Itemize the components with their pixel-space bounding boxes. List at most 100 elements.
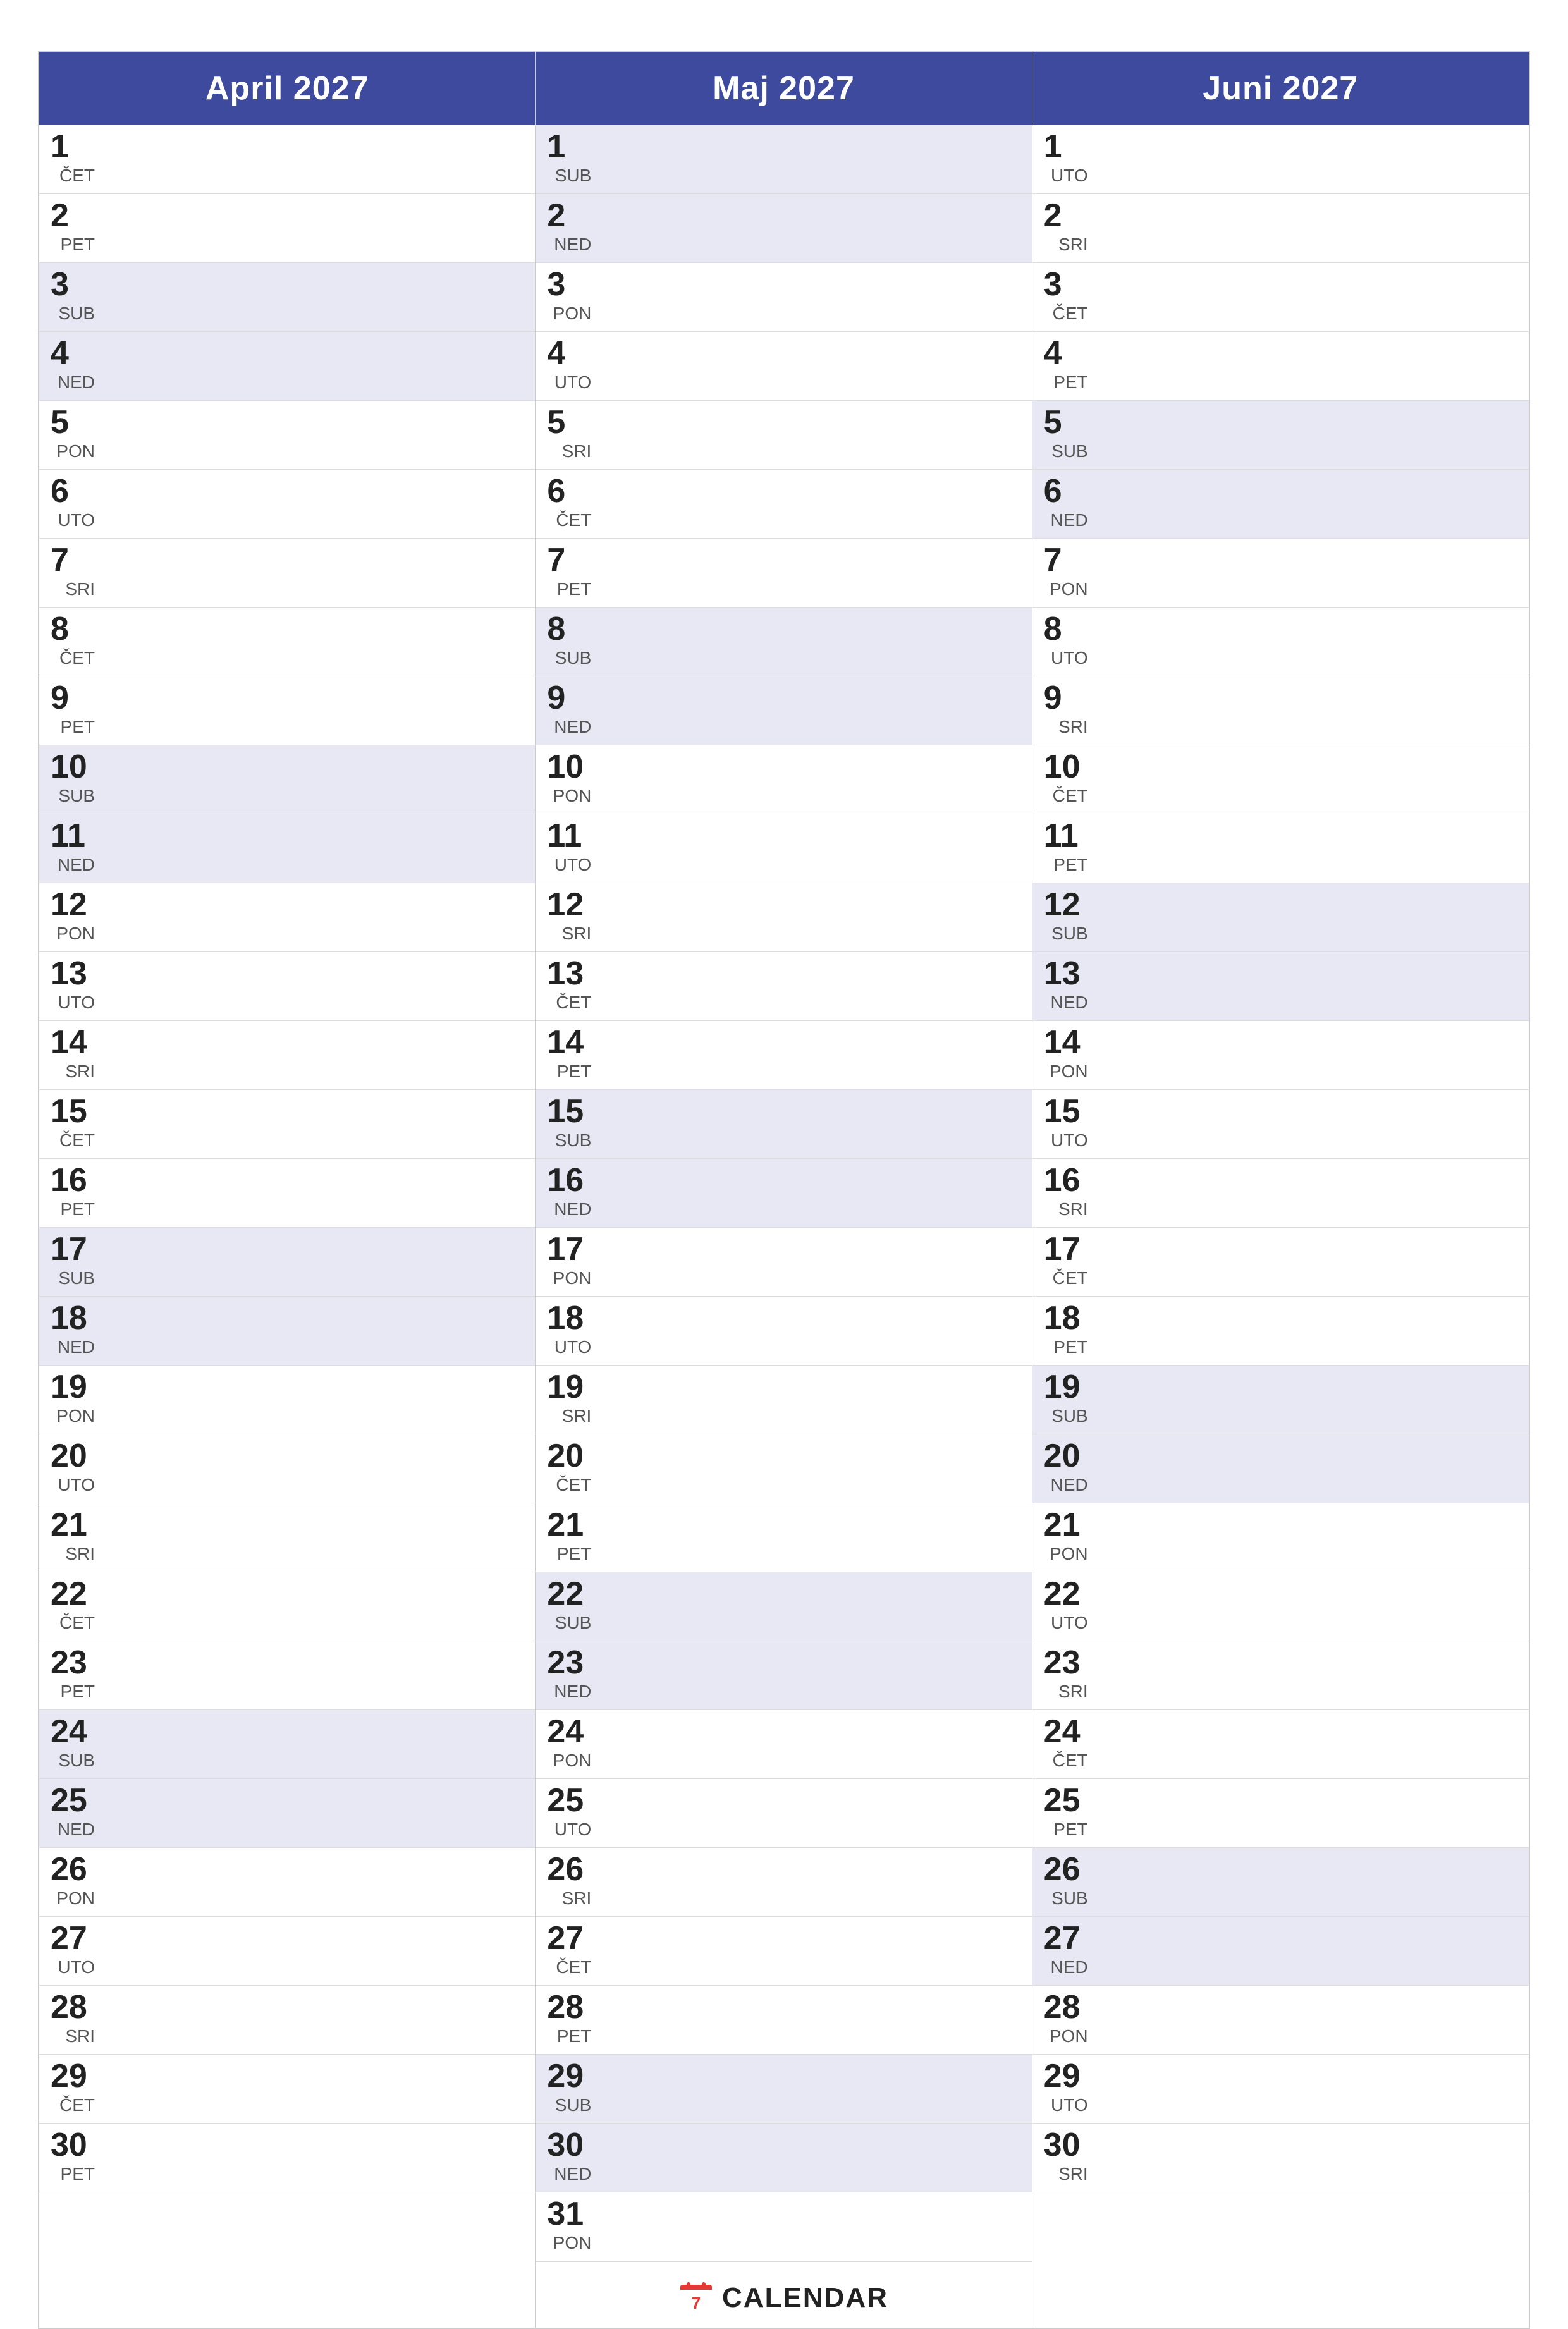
day-name: UTO <box>553 372 592 395</box>
day-name: UTO <box>553 1337 592 1360</box>
day-name: PON <box>55 1888 95 1911</box>
day-number: 9 <box>51 682 95 714</box>
day-row: 14PON <box>1032 1021 1529 1090</box>
day-row: 26SRI <box>536 1848 1031 1917</box>
day-row: 17SUB <box>39 1228 535 1297</box>
day-name: SUB <box>57 303 95 326</box>
day-row: 23PET <box>39 1641 535 1710</box>
day-row: 8SUB <box>536 608 1031 676</box>
day-row: 12 SRI <box>536 883 1031 952</box>
day-name: SRI <box>561 1888 592 1911</box>
day-row: 13 NED <box>1032 952 1529 1021</box>
day-row: 15UTO <box>1032 1090 1529 1159</box>
day-name: UTO <box>56 510 95 533</box>
day-row: 7PON <box>1032 539 1529 608</box>
day-name: SRI <box>561 924 592 946</box>
day-row: 29ČET <box>39 2055 535 2124</box>
day-row: 6ČET <box>536 470 1031 539</box>
day-row: 21SRI <box>39 1503 535 1572</box>
day-name: SUB <box>1050 1888 1088 1911</box>
day-name: NED <box>56 1337 95 1360</box>
day-number: 12 <box>547 888 591 921</box>
day-number: 23 <box>547 1646 591 1679</box>
day-name: SRI <box>1057 717 1088 740</box>
day-row: 31PON <box>536 2192 1031 2261</box>
day-name: SUB <box>1050 1406 1088 1429</box>
day-name: UTO <box>1050 1613 1088 1635</box>
calendar-logo-icon: 7 <box>679 2281 713 2315</box>
day-number: 3 <box>547 268 591 301</box>
day-row: 17PON <box>536 1228 1031 1297</box>
day-number: 30 <box>51 2129 95 2161</box>
day-number: 11 <box>1044 819 1088 852</box>
day-row: 4PET <box>1032 332 1529 401</box>
day-name: UTO <box>1050 1130 1088 1153</box>
day-number: 4 <box>51 337 95 370</box>
day-name: NED <box>56 1819 95 1842</box>
day-row: 5SRI <box>536 401 1031 470</box>
day-name: SUB <box>554 166 592 188</box>
day-number: 18 <box>1044 1302 1088 1335</box>
day-row: 20NED <box>1032 1434 1529 1503</box>
day-number: 17 <box>547 1233 591 1266</box>
day-row: 9 SRI <box>1032 676 1529 745</box>
day-row: 1ČET <box>39 125 535 194</box>
day-number: 30 <box>547 2129 591 2161</box>
day-number: 25 <box>51 1784 95 1817</box>
day-name: PON <box>552 1751 592 1773</box>
day-row: 23SRI <box>1032 1641 1529 1710</box>
day-name: SRI <box>561 1406 592 1429</box>
day-number: 22 <box>1044 1577 1088 1610</box>
day-number: 6 <box>547 475 591 508</box>
day-name: NED <box>553 717 591 740</box>
day-row: 19SRI <box>536 1366 1031 1434</box>
day-name: UTO <box>56 993 95 1015</box>
day-name: PON <box>552 786 592 809</box>
day-row: 5SUB <box>1032 401 1529 470</box>
day-name: NED <box>553 1199 591 1222</box>
day-number: 19 <box>51 1371 95 1403</box>
calendar-container: April 20271ČET2PET3SUB4NED5PON6UTO7SRI8Č… <box>38 51 1530 2329</box>
day-name: ČET <box>1051 1751 1088 1773</box>
day-name: PET <box>1052 855 1087 877</box>
day-name: NED <box>1050 1475 1088 1498</box>
day-row: 28SRI <box>39 1986 535 2055</box>
day-name: SUB <box>1050 441 1088 464</box>
day-row: 5PON <box>39 401 535 470</box>
day-number: 24 <box>547 1715 591 1748</box>
day-number: 17 <box>51 1233 95 1266</box>
day-name: SUB <box>57 1751 95 1773</box>
day-row: 13ČET <box>536 952 1031 1021</box>
day-row: 12PON <box>39 883 535 952</box>
day-row: 28PET <box>536 1986 1031 2055</box>
day-name: NED <box>553 235 591 257</box>
month-header-2: Juni 2027 <box>1032 52 1529 125</box>
day-name: SRI <box>64 579 95 602</box>
day-number: 1 <box>547 130 591 163</box>
day-name: ČET <box>58 1130 95 1153</box>
day-number: 13 <box>1044 957 1088 990</box>
day-row: 13UTO <box>39 952 535 1021</box>
day-name: UTO <box>56 1475 95 1498</box>
day-name: SUB <box>57 1268 95 1291</box>
day-number: 13 <box>547 957 591 990</box>
day-row: 6NED <box>1032 470 1529 539</box>
day-number: 15 <box>547 1095 591 1128</box>
day-name: ČET <box>58 166 95 188</box>
day-row: 27NED <box>1032 1917 1529 1986</box>
day-row: 7SRI <box>39 539 535 608</box>
day-number: 23 <box>1044 1646 1088 1679</box>
day-name: NED <box>1050 510 1088 533</box>
day-row: 24SUB <box>39 1710 535 1779</box>
day-row: 16PET <box>39 1159 535 1228</box>
logo-text: CALENDAR <box>722 2282 888 2314</box>
day-number: 9 <box>1044 682 1088 714</box>
day-name: NED <box>56 855 95 877</box>
month-column-1: Maj 20271SUB2NED3PON4UTO5SRI6ČET7PET8SUB… <box>536 52 1032 2328</box>
day-row: 17ČET <box>1032 1228 1529 1297</box>
day-name: NED <box>56 372 95 395</box>
day-row: 20UTO <box>39 1434 535 1503</box>
day-name: NED <box>1050 993 1088 1015</box>
day-name: SUB <box>554 648 592 671</box>
day-row: 20ČET <box>536 1434 1031 1503</box>
